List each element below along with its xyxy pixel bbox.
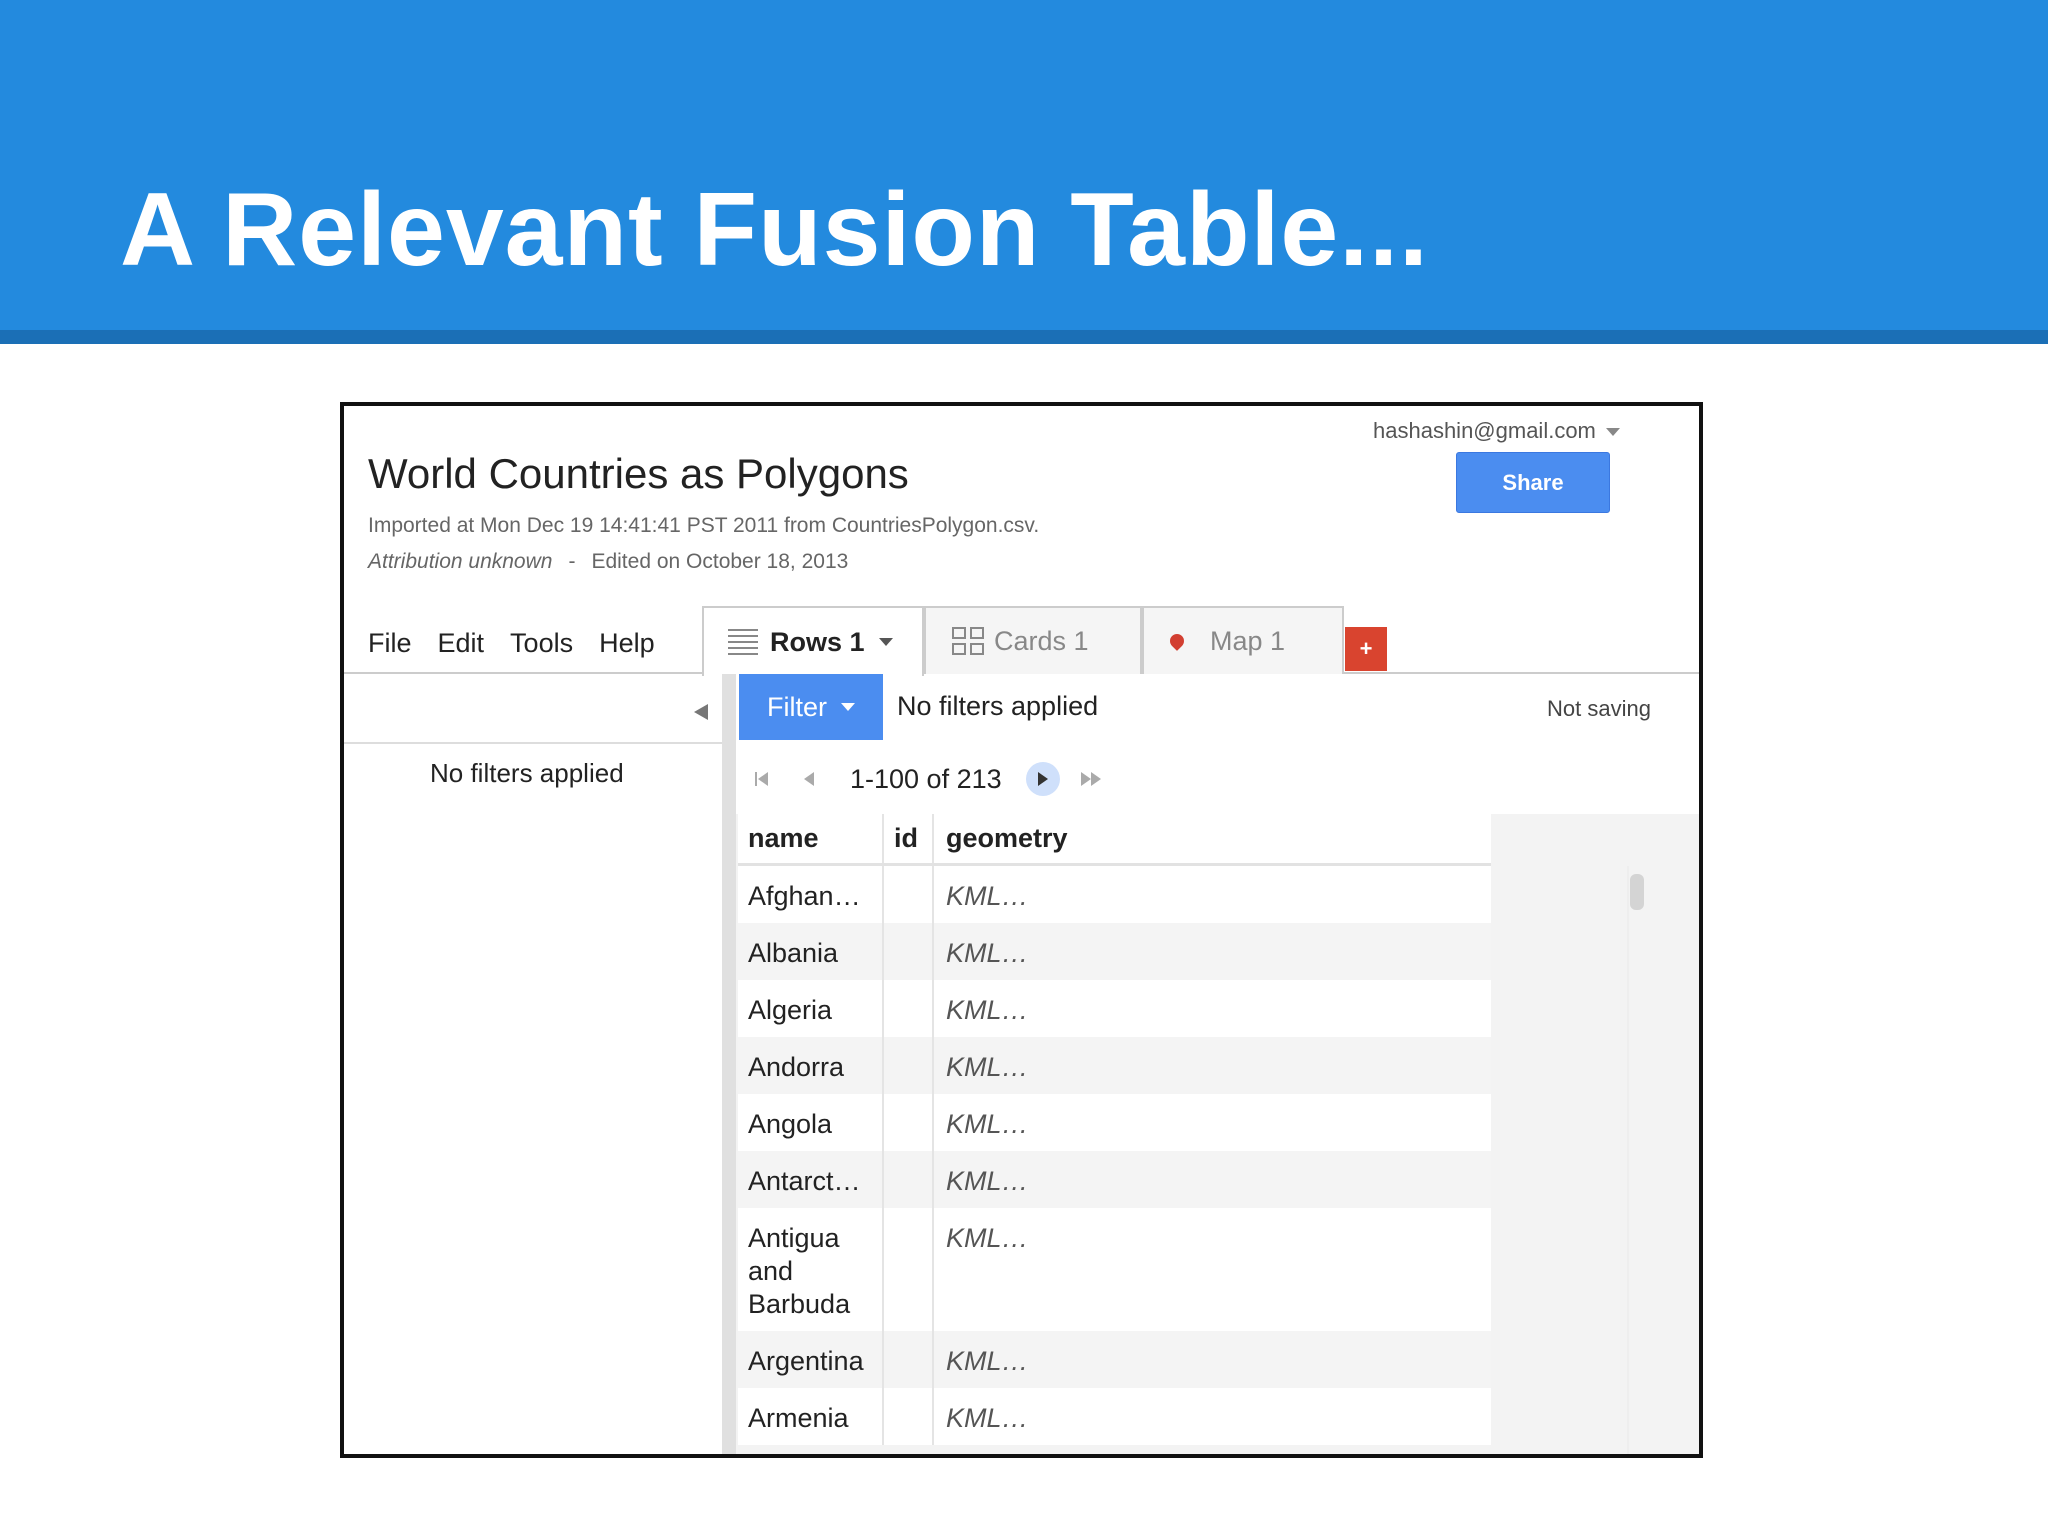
table-row[interactable]: Albania KML… [738,923,1491,980]
document-title: World Countries as Polygons [368,450,909,497]
import-info: Imported at Mon Dec 19 14:41:41 PST 2011… [368,514,1040,537]
filter-button[interactable]: Filter [739,674,883,740]
table-row[interactable]: Argentina KML… [738,1331,1491,1388]
meta-separator: - [568,550,576,573]
cell-geometry[interactable]: KML… [934,866,1491,923]
cell-geometry[interactable]: KML… [934,1208,1491,1331]
cell-name[interactable]: Antigua and Barbuda [738,1208,884,1331]
menu-bar: File Edit Tools Help [368,628,655,659]
cell-name[interactable]: Andorra [738,1037,884,1094]
table-row[interactable]: Angola KML… [738,1094,1491,1151]
cell-name[interactable]: Armenia [738,1388,884,1445]
map-pin-icon [1167,631,1187,651]
column-header-name[interactable]: name [738,814,884,863]
chevron-down-icon[interactable] [878,638,893,646]
cell-id[interactable] [884,1208,934,1331]
column-header-id[interactable]: id [884,814,934,863]
saving-status: Not saving [1547,696,1651,721]
cards-icon [952,625,986,657]
cell-name[interactable]: Albania [738,923,884,980]
page-range: 1-100 of 213 [850,763,1002,794]
previous-page-icon[interactable] [792,762,826,796]
cell-geometry[interactable]: KML… [934,1037,1491,1094]
table-row[interactable]: Afghan… KML… [738,866,1491,923]
cell-id[interactable] [884,1151,934,1208]
filter-panel-divider [344,742,722,744]
cell-name[interactable]: Algeria [738,980,884,1037]
cell-id[interactable] [884,1094,934,1151]
cell-geometry[interactable]: KML… [934,923,1491,980]
fusion-table-screenshot: hashashin@gmail.com Share World Countrie… [340,402,1703,1458]
slide-title: A Relevant Fusion Table... [120,172,1429,288]
cell-name[interactable]: Antarct… [738,1151,884,1208]
menu-tools[interactable]: Tools [510,628,573,659]
account-email: hashashin@gmail.com [1373,418,1596,443]
cell-geometry[interactable]: KML… [934,1388,1491,1445]
table-row[interactable]: Algeria KML… [738,980,1491,1037]
add-tab-button[interactable]: + [1345,627,1387,671]
cell-id[interactable] [884,1388,934,1445]
tab-cards-label: Cards 1 [994,625,1089,656]
slide-header-rule [0,330,2048,344]
cell-name[interactable]: Angola [738,1094,884,1151]
table-row[interactable]: Armenia KML… [738,1388,1491,1445]
cell-name[interactable]: Argentina [738,1331,884,1388]
next-page-icon[interactable] [1025,762,1060,796]
collapse-panel-icon[interactable] [694,704,708,720]
last-page-icon[interactable] [1074,762,1108,796]
first-page-icon[interactable] [744,762,778,796]
cell-geometry[interactable]: KML… [934,1151,1491,1208]
tab-rows[interactable]: Rows 1 [702,606,924,676]
edited-date: Edited on October 18, 2013 [591,550,849,573]
cell-id[interactable] [884,1331,934,1388]
share-button[interactable]: Share [1456,452,1610,513]
scrollbar-track [1627,866,1629,1454]
column-header-geometry[interactable]: geometry [934,814,1491,863]
table-row[interactable]: Andorra KML… [738,1037,1491,1094]
filter-panel-status: No filters applied [430,758,624,788]
cell-id[interactable] [884,1037,934,1094]
cell-geometry[interactable]: KML… [934,980,1491,1037]
account-menu[interactable]: hashashin@gmail.com [1373,418,1620,444]
data-table: name id geometry Afghan… KML… Albania KML… A… [738,814,1491,1445]
tab-map[interactable]: Map 1 [1142,606,1344,674]
attribution[interactable]: Attribution unknown [368,550,552,573]
scrollbar-thumb[interactable] [1630,874,1644,910]
table-body: Afghan… KML… Albania KML… Algeria KML… Andorra… [738,866,1491,1445]
cell-id[interactable] [884,923,934,980]
cell-geometry[interactable]: KML… [934,1094,1491,1151]
menu-edit[interactable]: Edit [438,628,485,659]
table-header: name id geometry [738,814,1491,866]
table-area: name id geometry Afghan… KML… Albania KML… A… [736,814,1699,1454]
filter-status: No filters applied [897,691,1099,721]
tab-cards[interactable]: Cards 1 [924,606,1142,674]
chevron-down-icon [1605,428,1620,437]
panel-splitter[interactable] [722,674,736,1454]
cell-name[interactable]: Afghan… [738,866,884,923]
tab-map-label: Map 1 [1210,625,1286,656]
cell-geometry[interactable]: KML… [934,1331,1491,1388]
table-row[interactable]: Antigua and Barbuda KML… [738,1208,1491,1331]
pager: 1-100 of 213 [744,756,1122,802]
filter-button-label: Filter [767,691,827,722]
document-meta: Attribution unknown - Edited on October 18… [368,550,848,574]
rows-icon [728,629,758,655]
cell-id[interactable] [884,866,934,923]
chevron-down-icon [841,703,855,711]
menu-file[interactable]: File [368,628,412,659]
menu-help[interactable]: Help [599,628,655,659]
tab-rows-label: Rows 1 [770,626,865,657]
table-row[interactable]: Antarct… KML… [738,1151,1491,1208]
cell-id[interactable] [884,980,934,1037]
